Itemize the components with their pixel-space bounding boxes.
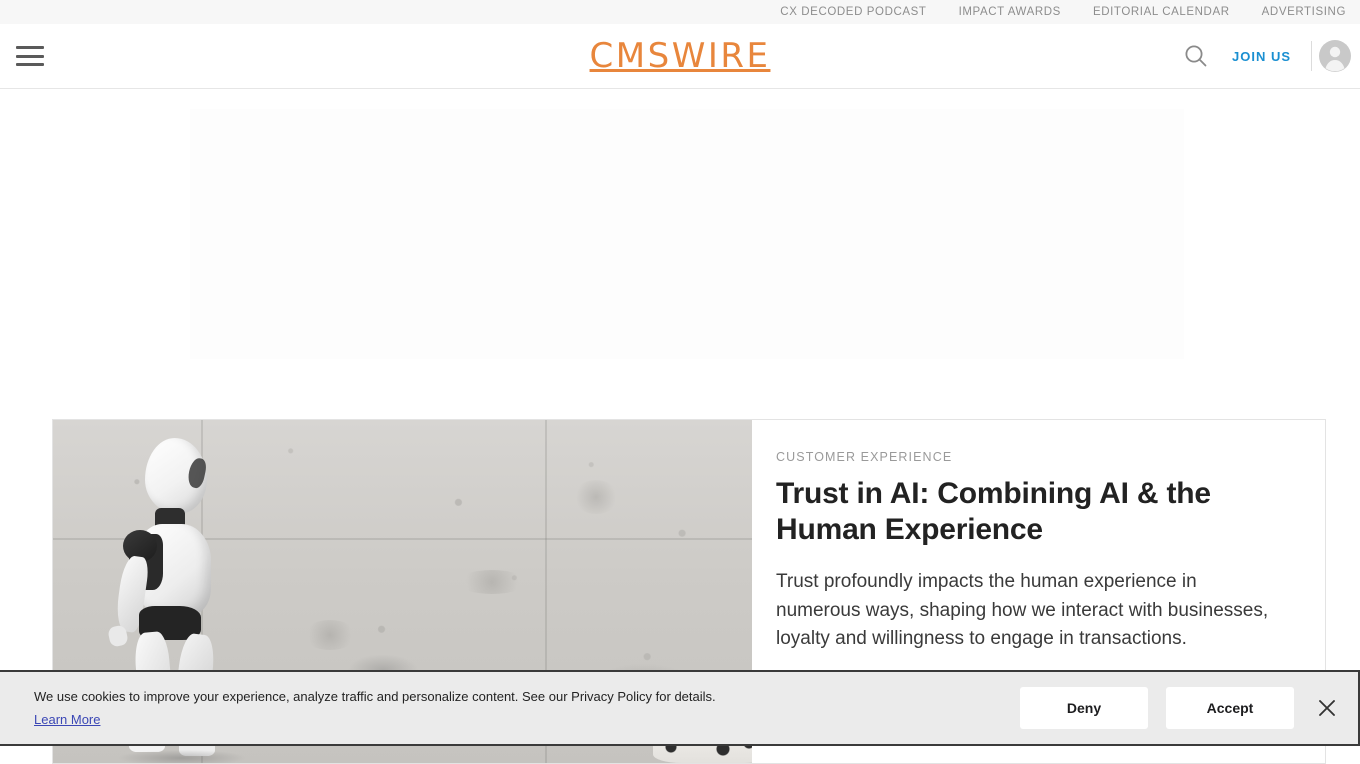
advertisement-slot <box>0 89 1360 419</box>
header-actions: JOIN US <box>1174 34 1354 78</box>
wall-blotch <box>573 480 619 514</box>
topbar-link-editorial-calendar[interactable]: EDITORIAL CALENDAR <box>1093 6 1230 18</box>
advertisement-placeholder <box>190 109 1184 359</box>
header-divider <box>1311 41 1312 71</box>
cookie-message-block: We use cookies to improve your experienc… <box>34 687 1020 729</box>
hamburger-bar <box>16 63 44 66</box>
cookie-consent-banner: We use cookies to improve your experienc… <box>0 670 1360 746</box>
robot-ground-shadow <box>119 750 245 763</box>
search-icon[interactable] <box>1174 34 1218 78</box>
topbar-link-advertising[interactable]: ADVERTISING <box>1262 6 1346 18</box>
article-summary: Trust profoundly impacts the human exper… <box>776 571 1269 649</box>
wall-blotch <box>457 570 527 594</box>
site-logo[interactable]: CMSWIRE <box>590 36 771 76</box>
article-headline[interactable]: Trust in AI: Combining AI & the Human Ex… <box>776 476 1285 548</box>
close-icon[interactable] <box>1300 699 1354 717</box>
topbar-link-impact-awards[interactable]: IMPACT AWARDS <box>959 6 1061 18</box>
hamburger-bar <box>16 54 44 58</box>
wall-blotch <box>303 620 357 650</box>
cookie-message: We use cookies to improve your experienc… <box>34 689 716 705</box>
top-utility-bar: CX DECODED PODCAST IMPACT AWARDS EDITORI… <box>0 0 1360 24</box>
cookie-actions: Deny Accept <box>1020 687 1294 729</box>
avatar-icon[interactable] <box>1318 39 1352 73</box>
join-us-button[interactable]: JOIN US <box>1218 49 1305 64</box>
cookie-deny-button[interactable]: Deny <box>1020 687 1148 729</box>
cookie-learn-more-link[interactable]: Learn More <box>34 712 100 727</box>
cookie-accept-button[interactable]: Accept <box>1166 687 1294 729</box>
hamburger-bar <box>16 46 44 49</box>
site-header: CMSWIRE JOIN US <box>0 24 1360 89</box>
topbar-link-cx-decoded-podcast[interactable]: CX DECODED PODCAST <box>780 6 926 18</box>
article-category[interactable]: CUSTOMER EXPERIENCE <box>776 450 1285 464</box>
hamburger-menu-icon[interactable] <box>16 46 44 66</box>
